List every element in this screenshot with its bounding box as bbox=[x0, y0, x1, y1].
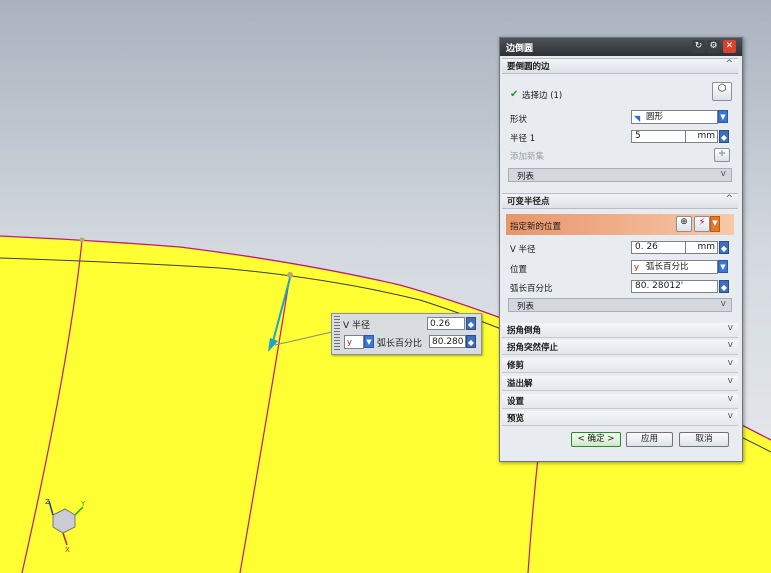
shape-select[interactable]: ◥ 圆形 bbox=[631, 110, 718, 124]
float-location-select[interactable]: У bbox=[344, 335, 364, 349]
shape-label: 形状 bbox=[510, 115, 528, 125]
arc-percent-label: 弧长百分比 bbox=[510, 284, 553, 294]
dialog-title: 边倒圆 bbox=[506, 44, 534, 54]
section-title: 拐角倒角 bbox=[507, 326, 542, 336]
section-title: 设置 bbox=[507, 397, 525, 407]
v-radius-unit-box[interactable]: mm bbox=[686, 241, 718, 254]
floating-input-panel: V 半径 0.26 ◆ У ▼ 弧长百分比 80.280 ◆ bbox=[331, 313, 482, 355]
location-label: 位置 bbox=[510, 265, 528, 275]
chevron-down-icon[interactable]: ▼ bbox=[718, 260, 728, 273]
point-icon: У bbox=[347, 339, 352, 348]
dialog-titlebar[interactable]: 边倒圆 ↻ ⚙ ✕ bbox=[500, 38, 742, 56]
chevron-down-icon: v bbox=[720, 299, 726, 309]
section-preview[interactable]: 预览 v bbox=[502, 411, 738, 426]
section-edges-header[interactable]: 要倒圆的边 ^ bbox=[502, 58, 738, 74]
chevron-down-icon[interactable]: ▼ bbox=[710, 216, 720, 232]
reset-icon[interactable]: ↻ bbox=[692, 40, 705, 53]
v-radius-input[interactable]: 0. 26 bbox=[631, 241, 686, 254]
chevron-down-icon: v bbox=[720, 169, 726, 179]
float-arc-input[interactable]: 80.280 bbox=[429, 335, 466, 348]
section-title: 预览 bbox=[507, 414, 525, 424]
shape-value: 圆形 bbox=[646, 112, 664, 122]
arc-percent-spinner[interactable]: ◆ bbox=[719, 280, 729, 293]
edge-blend-dialog: 边倒圆 ↻ ⚙ ✕ 要倒圆的边 ^ ✔ 选择边 (1) ⬡ 形状 ◥ 圆形 ▼ … bbox=[499, 37, 743, 462]
ok-button[interactable]: < 确定 > bbox=[571, 432, 621, 447]
v-radius-unit: mm bbox=[697, 242, 715, 252]
radius-spinner[interactable]: ◆ bbox=[719, 130, 729, 143]
specify-location-label: 指定新的位置 bbox=[510, 222, 562, 232]
close-icon[interactable]: ✕ bbox=[723, 40, 736, 53]
section-edges-title: 要倒圆的边 bbox=[507, 62, 550, 72]
chevron-down-icon[interactable]: ▼ bbox=[718, 110, 728, 123]
triad-icon: Z X Y bbox=[45, 498, 86, 554]
location-select[interactable]: У 弧长百分比 bbox=[631, 260, 718, 274]
point-icon: У bbox=[634, 264, 639, 273]
list1-header[interactable]: 列表 v bbox=[508, 168, 732, 182]
float-arc-spinner[interactable]: ◆ bbox=[466, 335, 476, 348]
list2-label: 列表 bbox=[517, 302, 535, 312]
section-title: 拐角突然停止 bbox=[507, 343, 559, 353]
section-stop-short[interactable]: 拐角突然停止 v bbox=[502, 340, 738, 355]
float-v-radius-spinner[interactable]: ◆ bbox=[466, 317, 476, 330]
svg-text:X: X bbox=[65, 546, 70, 554]
cancel-button[interactable]: 取消 bbox=[679, 432, 729, 447]
float-arc-label: 弧长百分比 bbox=[377, 339, 423, 349]
section-trim[interactable]: 修剪 v bbox=[502, 358, 738, 373]
point-dialog-icon[interactable]: ⊕ bbox=[676, 216, 692, 232]
point-icon[interactable]: ⚡ bbox=[694, 216, 710, 232]
select-edge-label[interactable]: 选择边 (1) bbox=[522, 89, 562, 101]
v-radius-label: V 半径 bbox=[510, 245, 536, 255]
section-title: 修剪 bbox=[507, 361, 525, 371]
v-radius-spinner[interactable]: ◆ bbox=[719, 241, 729, 254]
check-icon: ✔ bbox=[510, 89, 519, 100]
float-v-radius-label: V 半径 bbox=[343, 320, 371, 331]
list2-header[interactable]: 列表 v bbox=[508, 298, 732, 312]
radius-unit-box[interactable]: mm bbox=[686, 130, 718, 143]
section-variable-title: 可变半径点 bbox=[507, 197, 550, 207]
edge-select-icon[interactable]: ⬡ bbox=[712, 82, 732, 101]
chevron-down-icon[interactable]: ▼ bbox=[364, 335, 374, 348]
float-v-radius-input[interactable]: 0.26 bbox=[427, 317, 465, 330]
drag-handle[interactable] bbox=[334, 316, 340, 350]
section-overflow[interactable]: 溢出解 v bbox=[502, 376, 738, 391]
radius-label: 半径 1 bbox=[510, 134, 536, 144]
section-variable-header[interactable]: 可变半径点 ^ bbox=[502, 193, 738, 209]
location-value: 弧长百分比 bbox=[646, 262, 689, 272]
svg-text:Y: Y bbox=[80, 500, 86, 508]
point-marker bbox=[287, 272, 293, 278]
apply-button[interactable]: 应用 bbox=[626, 432, 673, 447]
list1-label: 列表 bbox=[517, 172, 535, 182]
add-new-set-label: 添加新集 bbox=[510, 152, 545, 162]
chevron-up-icon: ^ bbox=[725, 194, 733, 204]
add-set-icon[interactable]: ✚ bbox=[714, 148, 730, 162]
section-settings[interactable]: 设置 v bbox=[502, 394, 738, 409]
arc-percent-input[interactable]: 80. 28012' bbox=[631, 280, 718, 293]
radius-input[interactable]: 5 bbox=[631, 130, 686, 143]
radius-unit: mm bbox=[697, 131, 715, 141]
section-corner-setback[interactable]: 拐角倒角 v bbox=[502, 323, 738, 338]
chevron-up-icon: ^ bbox=[725, 59, 733, 69]
shape-arc-icon: ◥ bbox=[634, 114, 641, 123]
gear-icon[interactable]: ⚙ bbox=[707, 40, 720, 53]
section-title: 溢出解 bbox=[507, 379, 533, 389]
svg-text:Z: Z bbox=[45, 498, 50, 506]
